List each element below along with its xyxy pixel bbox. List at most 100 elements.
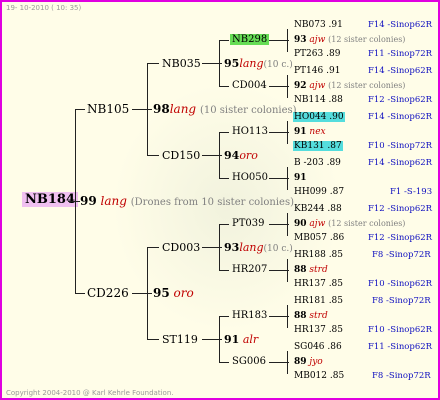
gen4-code: F8 -Sinop72R: [372, 296, 431, 306]
gen4-code: F8 -Sinop72R: [372, 371, 431, 381]
connector: [269, 86, 289, 87]
gen3-year: 90 ajw (12 sister colonies): [294, 219, 406, 229]
connector: [287, 351, 288, 374]
connector: [287, 29, 288, 52]
connector: [68, 201, 80, 202]
gen1-upper-year: 98lang (10 sister colonies): [153, 102, 297, 116]
gen2-id[interactable]: CD150: [162, 149, 200, 162]
gen4-row[interactable]: KB244 .88: [294, 204, 342, 214]
gen3-id[interactable]: HO050: [232, 172, 268, 183]
gen4-row[interactable]: HH099 .87: [294, 187, 344, 197]
gen4-code: F10 -Sinop62R: [368, 279, 433, 289]
gen2-year: 94oro: [224, 149, 258, 162]
gen3-year: 91: [294, 173, 307, 183]
connector: [287, 121, 288, 144]
gen2-id[interactable]: ST119: [162, 333, 198, 346]
gen3-year: 92 ajw (12 sister colonies): [294, 81, 406, 91]
connector: [132, 109, 152, 110]
connector: [287, 259, 288, 282]
gen3-year: 93 ajw (12 sister colonies): [294, 35, 406, 45]
connector: [287, 213, 288, 236]
gen4-row[interactable]: HR137 .85: [294, 325, 343, 335]
gen3-year: 88 strd: [294, 311, 328, 321]
gen4-row[interactable]: HR137 .85: [294, 279, 343, 289]
connector: [219, 132, 229, 133]
gen4-code: F14 -Sinop62R: [368, 20, 433, 30]
connector: [269, 270, 289, 271]
gen4-code: F12 -Sinop62R: [368, 233, 433, 243]
gen3-id[interactable]: HR207: [232, 264, 267, 275]
gen4-row[interactable]: HR188 .85: [294, 250, 343, 260]
gen4-row[interactable]: MB057 .86: [294, 233, 344, 243]
connector: [75, 293, 85, 294]
gen4-code: F1 -S-193: [390, 187, 433, 197]
gen4-code: F12 -Sinop62R: [368, 95, 433, 105]
gen3-year: 91 nex: [294, 127, 326, 137]
connector: [219, 86, 229, 87]
gen4-code: F14 -Sinop62R: [368, 66, 433, 76]
gen4-code: F14 -Sinop62R: [368, 112, 433, 122]
gen4-row[interactable]: MB012 .85: [294, 371, 344, 381]
connector: [219, 40, 220, 86]
connector: [269, 132, 289, 133]
gen2-year: 95lang(10 c.): [224, 57, 293, 70]
header-date: 19- 10-2010 ( 10: 35): [6, 4, 82, 12]
gen2-year: 91 alr: [224, 333, 259, 346]
gen3-year: 88 strd: [294, 265, 328, 275]
pedigree-frame: 19- 10-2010 ( 10: 35) NB184 99 lang (Dro…: [0, 0, 440, 400]
gen3-id[interactable]: HO113: [232, 126, 268, 137]
gen4-code: F11 -Sinop62R: [368, 342, 433, 352]
gen4-row[interactable]: PT263 .89: [294, 49, 340, 59]
gen4-row[interactable]: HR181 .85: [294, 296, 343, 306]
gen3-id[interactable]: SG006: [232, 356, 266, 367]
connector: [219, 362, 229, 363]
connector: [219, 316, 229, 317]
connector: [269, 178, 289, 179]
gen3-id[interactable]: PT039: [232, 218, 265, 229]
gen4-row[interactable]: KB131 .87: [293, 141, 343, 151]
root-id[interactable]: NB184: [22, 192, 79, 207]
gen4-row[interactable]: SG046 .86: [294, 342, 342, 352]
gen4-row[interactable]: NB114 .88: [294, 95, 343, 105]
connector: [269, 224, 289, 225]
gen3-id[interactable]: CD004: [232, 80, 267, 91]
gen3-id[interactable]: HR183: [232, 310, 267, 321]
gen4-code: F11 -Sinop72R: [368, 49, 433, 59]
gen4-row[interactable]: B -203 .89: [294, 158, 341, 168]
connector: [269, 40, 289, 41]
gen4-row[interactable]: NB073 .91: [294, 20, 343, 30]
connector: [287, 167, 288, 190]
connector: [269, 362, 289, 363]
root-year: 99 lang (Drones from 10 sister colonies): [80, 194, 295, 208]
gen3-id[interactable]: NB298: [230, 34, 270, 45]
gen2-id[interactable]: NB035: [162, 57, 201, 70]
connector: [147, 63, 148, 156]
connector: [287, 305, 288, 328]
connector: [219, 132, 220, 178]
connector: [75, 109, 76, 293]
connector: [219, 40, 229, 41]
connector: [287, 75, 288, 98]
gen2-year: 93lang(10 c.): [224, 241, 293, 254]
connector: [147, 247, 159, 248]
connector: [219, 178, 229, 179]
connector: [147, 247, 148, 340]
gen4-row[interactable]: HO044 .90: [293, 112, 345, 122]
connector: [147, 63, 159, 64]
connector: [132, 293, 152, 294]
connector: [219, 270, 229, 271]
connector: [219, 224, 220, 270]
gen3-year: 89 jyo: [294, 357, 323, 367]
gen1-lower-id[interactable]: CD226: [87, 286, 129, 300]
footer-copyright: Copyright 2004-2010 @ Karl Kehrle Founda…: [6, 389, 174, 397]
gen4-code: F12 -Sinop62R: [368, 204, 433, 214]
gen4-code: F14 -Sinop62R: [368, 158, 433, 168]
connector: [147, 339, 159, 340]
gen4-code: F8 -Sinop72R: [372, 250, 431, 260]
gen4-code: F10 -Sinop72R: [368, 141, 433, 151]
gen4-row[interactable]: PT146 .91: [294, 66, 340, 76]
gen2-id[interactable]: CD003: [162, 241, 200, 254]
connector: [75, 109, 85, 110]
gen1-upper-id[interactable]: NB105: [87, 102, 129, 116]
connector: [219, 316, 220, 362]
